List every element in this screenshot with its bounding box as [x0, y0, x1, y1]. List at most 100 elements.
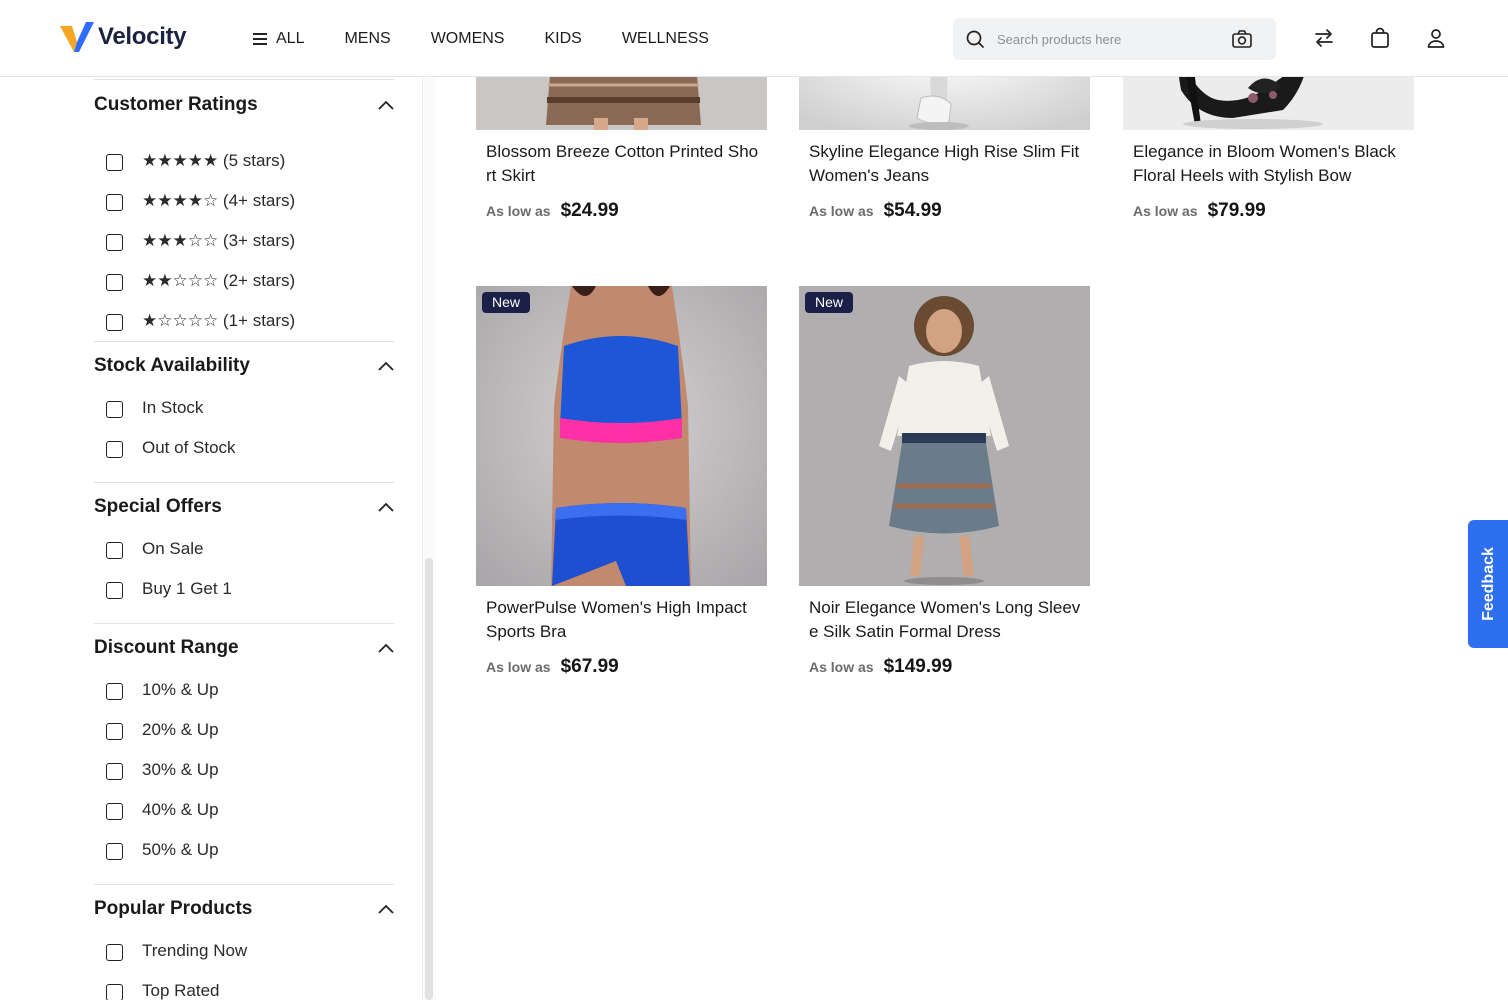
- price-row: As low as $24.99: [486, 200, 619, 222]
- checkbox[interactable]: [106, 194, 123, 211]
- option-label: ★★☆☆☆ (2+ stars): [142, 271, 296, 290]
- checkbox[interactable]: [106, 401, 123, 418]
- chevron-up-icon[interactable]: [378, 643, 394, 653]
- search-icon[interactable]: [965, 29, 985, 49]
- divider: [94, 341, 394, 342]
- product-name[interactable]: Elegance in Bloom Women's Black Floral H…: [1133, 140, 1409, 188]
- option-label: ★★★★★ (5 stars): [142, 151, 286, 170]
- option-label: 50% & Up: [142, 840, 219, 859]
- checkbox[interactable]: [106, 582, 123, 599]
- chevron-up-icon[interactable]: [378, 100, 394, 110]
- product-name[interactable]: Noir Elegance Women's Long Sleeve Silk S…: [809, 596, 1085, 644]
- option-label: Top Rated: [142, 981, 220, 1000]
- main-nav: ALL MENS WOMENS KIDS WELLNESS: [252, 0, 749, 77]
- search-input[interactable]: [997, 18, 1217, 60]
- new-badge: New: [805, 292, 854, 313]
- filter-option[interactable]: ★★★☆☆ (3+ stars): [106, 231, 295, 251]
- price-prefix: As low as: [809, 659, 874, 675]
- nav-item-all[interactable]: ALL: [252, 30, 304, 48]
- filter-option[interactable]: ★☆☆☆☆ (1+ stars): [106, 311, 295, 331]
- feedback-tab[interactable]: Feedback: [1468, 520, 1508, 648]
- filter-option[interactable]: 40% & Up: [106, 800, 219, 820]
- filter-option[interactable]: 20% & Up: [106, 720, 219, 740]
- filter-customer-ratings: Customer Ratings ★★★★★ (5 stars) ★★★★☆ (…: [94, 91, 394, 331]
- divider: [94, 79, 394, 80]
- price-row: As low as $67.99: [486, 656, 619, 678]
- site-header: Velocity ALL MENS WOMENS KIDS WELLNESS: [0, 0, 1508, 77]
- filter-header[interactable]: Special Offers: [94, 493, 394, 521]
- filter-sidebar: Customer Ratings ★★★★★ (5 stars) ★★★★☆ (…: [0, 77, 422, 1000]
- checkbox[interactable]: [106, 723, 123, 740]
- checkbox[interactable]: [106, 944, 123, 961]
- chevron-up-icon[interactable]: [378, 361, 394, 371]
- checkbox[interactable]: [106, 154, 123, 171]
- filter-header[interactable]: Stock Availability: [94, 352, 394, 380]
- filter-header[interactable]: Popular Products: [94, 895, 394, 923]
- filter-option[interactable]: ★★★★★ (5 stars): [106, 151, 285, 171]
- product-price: $149.99: [883, 656, 953, 677]
- checkbox[interactable]: [106, 683, 123, 700]
- nav-item-label: KIDS: [544, 29, 582, 47]
- user-account-icon[interactable]: [1425, 27, 1447, 49]
- scrollbar-thumb[interactable]: [425, 558, 433, 1000]
- compare-icon[interactable]: [1313, 27, 1335, 49]
- filter-option[interactable]: 50% & Up: [106, 840, 219, 860]
- divider: [94, 884, 394, 885]
- chevron-up-icon[interactable]: [378, 502, 394, 512]
- nav-item-label: WOMENS: [430, 29, 505, 47]
- nav-item-womens[interactable]: WOMENS: [431, 30, 505, 48]
- filter-option[interactable]: Out of Stock: [106, 438, 236, 458]
- price-prefix: As low as: [486, 203, 551, 219]
- search-bar: [953, 18, 1276, 60]
- product-name[interactable]: Blossom Breeze Cotton Printed Short Skir…: [486, 140, 762, 188]
- checkbox[interactable]: [106, 803, 123, 820]
- brand-logo[interactable]: Velocity: [60, 22, 187, 52]
- product-image[interactable]: New: [799, 286, 1090, 586]
- filter-option[interactable]: ★★☆☆☆ (2+ stars): [106, 271, 295, 291]
- checkbox[interactable]: [106, 274, 123, 291]
- menu-icon: [253, 32, 267, 45]
- option-label: Out of Stock: [142, 438, 236, 457]
- option-label: Buy 1 Get 1: [142, 579, 232, 598]
- filter-option[interactable]: Buy 1 Get 1: [106, 579, 232, 599]
- option-label: Trending Now: [142, 941, 248, 960]
- product-name[interactable]: PowerPulse Women's High Impact Sports Br…: [486, 596, 762, 644]
- checkbox[interactable]: [106, 843, 123, 860]
- filter-option[interactable]: In Stock: [106, 398, 203, 418]
- filter-option[interactable]: 10% & Up: [106, 680, 219, 700]
- checkbox[interactable]: [106, 763, 123, 780]
- option-label: In Stock: [142, 398, 204, 417]
- nav-item-mens[interactable]: MENS: [344, 30, 390, 48]
- filter-option[interactable]: 30% & Up: [106, 760, 219, 780]
- filter-header[interactable]: Discount Range: [94, 634, 394, 662]
- filter-option[interactable]: ★★★★☆ (4+ stars): [106, 191, 295, 211]
- checkbox[interactable]: [106, 542, 123, 559]
- nav-item-label: MENS: [344, 29, 391, 47]
- price-row: As low as $54.99: [809, 200, 942, 222]
- new-badge: New: [482, 292, 531, 313]
- option-label: On Sale: [142, 539, 204, 558]
- filter-header[interactable]: Customer Ratings: [94, 91, 394, 119]
- nav-item-kids[interactable]: KIDS: [544, 30, 581, 48]
- velocity-logo-icon: [60, 22, 94, 52]
- checkbox[interactable]: [106, 314, 123, 331]
- product-image[interactable]: New: [476, 286, 767, 586]
- filter-discount-range: Discount Range 10% & Up 20% & Up 30% & U…: [94, 634, 394, 860]
- filter-title: Customer Ratings: [94, 94, 258, 115]
- filter-option[interactable]: Top Rated: [106, 981, 220, 1000]
- checkbox[interactable]: [106, 984, 123, 1000]
- filter-title: Stock Availability: [94, 355, 250, 376]
- option-label: ★★★☆☆ (3+ stars): [142, 231, 296, 250]
- nav-item-wellness[interactable]: WELLNESS: [622, 30, 709, 48]
- shopping-bag-icon[interactable]: [1369, 27, 1391, 49]
- checkbox[interactable]: [106, 234, 123, 251]
- product-name[interactable]: Skyline Elegance High Rise Slim Fit Wome…: [809, 140, 1085, 188]
- checkbox[interactable]: [106, 441, 123, 458]
- camera-icon[interactable]: [1231, 28, 1253, 50]
- filter-stock-availability: Stock Availability In Stock Out of Stock: [94, 352, 394, 458]
- product-price: $67.99: [560, 656, 619, 677]
- filter-title: Discount Range: [94, 637, 239, 658]
- chevron-up-icon[interactable]: [378, 904, 394, 914]
- filter-option[interactable]: On Sale: [106, 539, 203, 559]
- filter-option[interactable]: Trending Now: [106, 941, 247, 961]
